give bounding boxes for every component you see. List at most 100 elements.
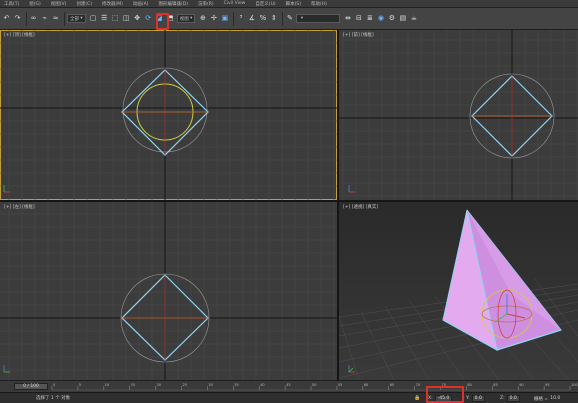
- redo-icon[interactable]: ↷: [13, 14, 22, 24]
- grid-lines: [0, 202, 337, 380]
- timeline-tick-label: 10: [105, 383, 109, 387]
- perspective-view-canvas: [339, 202, 578, 380]
- menu-group[interactable]: 组(G): [29, 1, 41, 7]
- coord-y-label: Y:: [466, 396, 470, 401]
- pivot-center-icon[interactable]: ⊕: [198, 14, 207, 24]
- timeline-tick-label: 40: [260, 383, 264, 387]
- timeline-tick-label: 60: [364, 383, 368, 387]
- coord-z: Z: 0.0: [500, 395, 520, 402]
- grid-label: 栅格 =: [534, 396, 549, 402]
- front-view-canvas: [339, 30, 578, 200]
- time-slider[interactable]: 0 5 10 15 20 25 30 35 40 45 50 55 60 65 70 75 80 85 90 95 10…: [0, 380, 578, 392]
- menu-tools[interactable]: 工具(T): [4, 1, 19, 7]
- snaps-toggle-icon[interactable]: ³: [236, 14, 245, 24]
- coord-y: Y: 0.0: [466, 395, 485, 402]
- left-view-canvas: [0, 202, 337, 380]
- lock-selection-icon[interactable]: 🔒: [414, 395, 420, 401]
- timeline-tick-label: 90: [519, 383, 523, 387]
- layer-manager-icon[interactable]: ≣: [365, 14, 374, 24]
- viewport-label[interactable]: [+] [透视] [真实]: [343, 204, 378, 210]
- menu-bar: 工具(T) 组(G) 视图(V) 创建(C) 修改器(M) 动画(A) 图形编辑…: [0, 0, 578, 8]
- axis-tripod: [348, 185, 355, 193]
- timeline-tick-label: 70: [416, 383, 420, 387]
- timeline-tick-label: 100: [571, 383, 578, 387]
- viewport-top[interactable]: [+] [顶] [线框]: [0, 30, 337, 200]
- timeline-tick-label: 95: [545, 383, 549, 387]
- material-editor-icon[interactable]: ◉: [376, 14, 385, 24]
- angle-snap-icon[interactable]: ∡: [247, 14, 256, 24]
- reference-coordinate-dropdown[interactable]: 视图 ▾: [176, 14, 196, 23]
- menu-civil-view[interactable]: Civil View: [224, 1, 246, 6]
- render-production-icon[interactable]: ☕: [409, 14, 418, 24]
- timeline-tick-label: 65: [390, 383, 394, 387]
- toolbar-separator: [233, 11, 235, 26]
- timeline-tick-label: 0: [53, 383, 55, 387]
- viewport-front[interactable]: [+] [前] [线框]: [339, 30, 578, 200]
- select-move-icon[interactable]: ✥: [133, 14, 142, 24]
- link-icon[interactable]: ∞: [29, 14, 38, 24]
- viewport-label[interactable]: [+] [顶] [线框]: [4, 32, 35, 38]
- select-manipulate-icon[interactable]: ✢: [209, 14, 218, 24]
- timeline-tick-label: 45: [286, 383, 290, 387]
- coord-z-field[interactable]: 0.0: [506, 395, 520, 402]
- timeline-tick-label: 85: [493, 383, 497, 387]
- percent-snap-icon[interactable]: %: [258, 14, 267, 24]
- timeline-tick-label: 20: [157, 383, 161, 387]
- selection-status: 选择了 1 个 对象: [36, 396, 71, 401]
- highlight-coord-x: [426, 386, 464, 403]
- select-by-name-icon[interactable]: ☰: [100, 14, 109, 24]
- coord-y-field[interactable]: 0.0: [471, 395, 485, 402]
- toolbar-separator: [26, 11, 27, 26]
- menu-modifiers[interactable]: 修改器(M): [102, 1, 123, 7]
- timeline-tick-label: 35: [234, 383, 238, 387]
- grid-spacing: 栅格 = 10.0: [534, 395, 560, 402]
- menu-rendering[interactable]: 渲染(R): [198, 1, 214, 7]
- rectangular-selection-icon[interactable]: ⬚: [111, 14, 120, 24]
- viewport-perspective[interactable]: [+] [透视] [真实]: [339, 202, 578, 380]
- window-crossing-icon[interactable]: ◫: [122, 14, 131, 24]
- menu-help[interactable]: 帮助(H): [311, 1, 327, 7]
- highlight-rotate-tool: [156, 13, 169, 30]
- timeline-tick-label: 80: [467, 383, 471, 387]
- select-rotate-icon[interactable]: ⟳: [144, 14, 153, 24]
- viewport-left[interactable]: [+] [左] [线框]: [0, 202, 337, 380]
- grid-lines: [0, 30, 337, 200]
- top-view-canvas: [0, 30, 337, 200]
- menu-animation[interactable]: 动画(A): [133, 1, 149, 7]
- frame-counter[interactable]: 0 / 100: [14, 383, 48, 390]
- mirror-icon[interactable]: ⇹: [343, 14, 352, 24]
- toolbar-separator: [282, 11, 284, 26]
- edit-named-selection-icon[interactable]: ✎: [285, 14, 294, 24]
- timeline-tick-label: 30: [208, 383, 212, 387]
- menu-create[interactable]: 创建(C): [76, 1, 92, 7]
- viewport-label[interactable]: [+] [前] [线框]: [343, 32, 374, 38]
- named-selection-sets-dropdown[interactable]: ▾: [296, 14, 341, 23]
- toolbar-separator: [64, 11, 65, 26]
- grid-lines: [339, 30, 578, 200]
- menu-customize[interactable]: 自定义(U): [255, 1, 275, 7]
- undo-icon[interactable]: ↶: [2, 14, 11, 24]
- menu-views[interactable]: 视图(V): [51, 1, 67, 7]
- render-setup-icon[interactable]: ⚙: [387, 14, 396, 24]
- timeline-tick-label: 55: [338, 383, 342, 387]
- menu-scripting[interactable]: 脚本(S): [286, 1, 301, 7]
- timeline-tick-label: 15: [131, 383, 135, 387]
- bind-space-warp-icon[interactable]: ≈: [51, 14, 60, 24]
- main-toolbar: ↶ ↷ ∞ ⌁ ≈ 全部 ▾ ▢ ☰ ⬚ ◫ ✥ ⟳ ◪ ⬒ 视图 ▾ ⊕ ✢ …: [0, 8, 578, 30]
- timeline-tick-label: 5: [79, 383, 81, 387]
- grid-value: 10.0: [550, 396, 561, 401]
- keyboard-shortcut-icon[interactable]: ▣: [220, 14, 229, 24]
- coord-z-label: Z:: [500, 396, 505, 401]
- spinner-snap-icon[interactable]: ⇕: [269, 14, 278, 24]
- select-object-icon[interactable]: ▢: [89, 14, 98, 24]
- menu-graph-editors[interactable]: 图形编辑器(D): [159, 1, 188, 7]
- viewport-label[interactable]: [+] [左] [线框]: [4, 204, 35, 210]
- selection-filter-dropdown[interactable]: 全部 ▾: [67, 14, 86, 23]
- render-frame-icon[interactable]: ▤: [398, 14, 407, 24]
- status-bar: 选择了 1 个 对象 🔒 X: -45.0 Y: 0.0 Z: 0.0 栅格 =…: [0, 392, 578, 403]
- align-icon[interactable]: ⊟: [354, 14, 363, 24]
- unlink-icon[interactable]: ⌁: [40, 14, 49, 24]
- viewport-area: [+] [顶] [线框] [+] [前] [线框] [+] [左] [线框] […: [0, 30, 578, 380]
- timeline-tick-label: 25: [183, 383, 187, 387]
- timeline-tick-label: 50: [312, 383, 316, 387]
